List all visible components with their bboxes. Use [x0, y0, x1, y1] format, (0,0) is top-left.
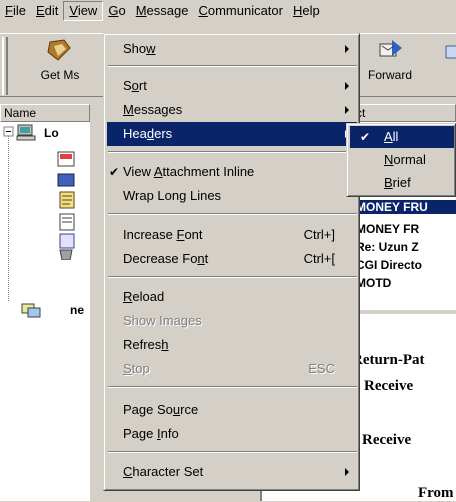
forward-icon — [379, 40, 402, 57]
menu-go-mnemonic: G — [108, 3, 119, 18]
drafts-icon — [59, 191, 75, 209]
menu-communicator-mnemonic: C — [198, 3, 208, 18]
local-mail-icon — [16, 124, 36, 141]
body-received-1: Receive — [364, 378, 414, 394]
menu-file[interactable]: File — [0, 1, 31, 21]
menu-separator — [108, 451, 357, 453]
body-received-2: Receive — [362, 432, 412, 448]
menu-item-show-images[interactable]: Show Images — [107, 309, 357, 333]
folder-icons-column — [57, 151, 75, 260]
menu-edit-mnemonic: E — [35, 3, 45, 18]
toolbar-grip[interactable] — [2, 37, 8, 95]
templates-icon — [59, 233, 75, 249]
submenu-arrow-icon — [345, 468, 349, 476]
menu-item-view-attachment-inline[interactable]: ✔ View Attachment Inline — [107, 160, 357, 184]
menu-item-page-source[interactable]: Page Source — [107, 398, 357, 422]
menu-item-page-info[interactable]: Page Info — [107, 422, 357, 446]
toolbar-next-icon — [445, 45, 456, 59]
column-header-name-label: Name — [4, 106, 37, 120]
shortcut-increase-font: Ctrl+] — [303, 227, 335, 242]
menu-item-show[interactable]: Show — [107, 37, 357, 61]
menu-separator — [108, 151, 357, 153]
submenu-arrow-icon — [345, 82, 349, 90]
menu-separator — [108, 65, 357, 67]
get-msg-label: Get Ms — [40, 68, 80, 82]
shortcut-decrease-font: Ctrl+[ — [303, 251, 335, 266]
forward-button[interactable]: Forward — [358, 38, 422, 82]
menu-edit[interactable]: Edit — [31, 1, 63, 21]
message-row[interactable]: MONEY FRU — [352, 200, 456, 214]
menu-item-reload[interactable]: Reload — [107, 285, 357, 309]
message-row[interactable]: MOTD — [356, 276, 391, 290]
menu-item-increase-font[interactable]: Increase Font Ctrl+] — [107, 223, 357, 247]
submenu-arrow-icon — [345, 45, 349, 53]
menu-help[interactable]: Help — [288, 1, 325, 21]
toolbar-next-button[interactable] — [440, 38, 456, 68]
submenu-item-brief[interactable]: Brief — [350, 172, 454, 194]
newsgroups-icon — [21, 303, 41, 318]
menu-item-headers[interactable]: Headers — [107, 122, 357, 146]
headers-submenu: ✔ All Normal Brief — [346, 123, 456, 197]
menu-message[interactable]: Message — [131, 1, 194, 21]
menu-communicator[interactable]: Communicator — [193, 1, 288, 21]
body-from: From — [418, 485, 454, 501]
message-row[interactable]: CGI Directo — [356, 258, 422, 272]
forward-label: Forward — [367, 68, 412, 82]
body-return-path: Return-Pat — [352, 352, 425, 368]
inbox-icon — [57, 151, 75, 167]
column-header-name[interactable]: Name — [0, 104, 90, 122]
message-row[interactable]: MONEY FR — [356, 222, 419, 236]
menu-item-refresh[interactable]: Refresh — [107, 333, 357, 357]
menu-go[interactable]: Go — [103, 1, 130, 21]
column-header-subject[interactable]: ct — [352, 104, 456, 122]
menu-item-messages[interactable]: Messages — [107, 98, 357, 122]
menu-separator — [108, 213, 357, 215]
menu-item-stop[interactable]: Stop ESC — [107, 357, 357, 381]
menu-file-mnemonic: F — [5, 3, 13, 18]
get-msg-icon — [47, 39, 71, 61]
message-row[interactable]: Re: Uzun Z — [356, 240, 419, 254]
menu-message-mnemonic: M — [135, 3, 147, 18]
menu-help-mnemonic: H — [292, 3, 303, 18]
shortcut-stop: ESC — [308, 361, 335, 376]
menu-bar: File Edit View Go Message Communicator H… — [0, 0, 456, 22]
menu-item-wrap-long-lines[interactable]: Wrap Long Lines — [107, 184, 357, 208]
view-menu: Show Sort Messages Headers ✔ View Attach… — [103, 33, 360, 491]
tree-node-local[interactable]: Lo — [44, 126, 59, 140]
menu-view[interactable]: View — [63, 1, 104, 21]
trash-icon — [59, 249, 73, 260]
menu-separator — [108, 386, 357, 388]
menu-item-character-set[interactable]: Character Set — [107, 460, 357, 484]
unsent-icon — [57, 173, 75, 187]
checkmark-icon: ✔ — [360, 130, 371, 144]
tree-node-news[interactable]: ne — [70, 303, 84, 317]
get-msg-button[interactable]: Get Ms — [32, 38, 88, 82]
menu-separator — [108, 276, 357, 278]
submenu-item-normal[interactable]: Normal — [350, 149, 454, 171]
menu-view-mnemonic: V — [69, 3, 78, 18]
menu-item-sort[interactable]: Sort — [107, 74, 357, 98]
sent-icon — [59, 213, 75, 231]
checkmark-icon: ✔ — [109, 165, 120, 179]
menu-item-decrease-font[interactable]: Decrease Font Ctrl+[ — [107, 247, 357, 271]
submenu-item-all[interactable]: ✔ All — [350, 126, 454, 148]
submenu-arrow-icon — [345, 106, 349, 114]
